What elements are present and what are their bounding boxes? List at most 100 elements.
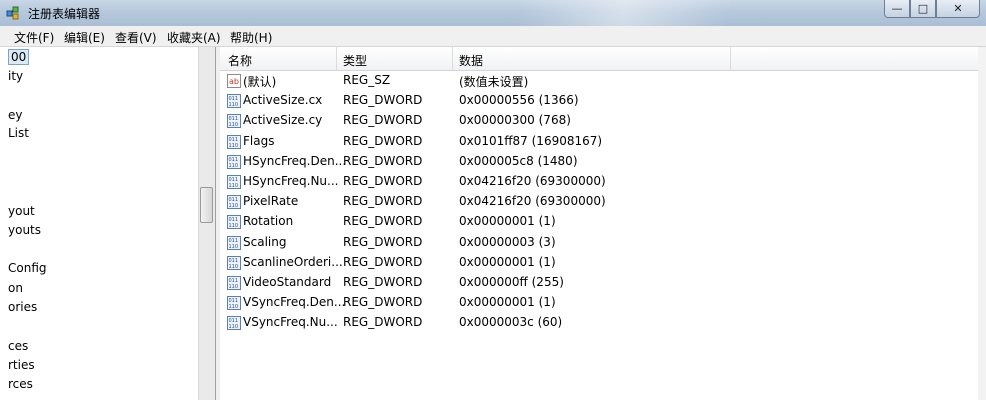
value-row[interactable]: 011 110 VSyncFreq.Nu... REG_DWORD 0x0000003c…	[220, 313, 986, 332]
value-data: 0x00000556 (1366)	[459, 93, 579, 107]
value-row[interactable]: 011 110 HSyncFreq.Nu... REG_DWORD 0x04216f20…	[220, 172, 986, 191]
value-data: 0x0000003c (60)	[459, 315, 563, 329]
value-data: 0x04216f20 (69300000)	[459, 174, 606, 188]
tree-vertical-scrollbar[interactable]	[198, 47, 215, 400]
tree-item[interactable]: on	[8, 281, 23, 295]
close-button[interactable]: ✕	[936, 0, 980, 18]
value-row[interactable]: 011 110 PixelRate REG_DWORD 0x04216f20 (6930…	[220, 192, 986, 211]
tree-scrollbar-thumb[interactable]	[200, 187, 213, 223]
minimize-button[interactable]: —	[884, 0, 910, 18]
binary-value-icon: 011110	[227, 135, 241, 149]
tree-item[interactable]: Config	[8, 261, 47, 275]
tree-item[interactable]: ey	[8, 108, 22, 122]
maximize-icon: □	[917, 2, 929, 15]
menu-view[interactable]: 查看(V)	[115, 29, 157, 46]
tree-item[interactable]: ity	[8, 69, 23, 83]
column-header-data[interactable]: 数据	[459, 52, 483, 69]
value-row[interactable]: 011 110 VSyncFreq.Den... REG_DWORD 0x0000000…	[220, 293, 986, 312]
svg-text:110: 110	[229, 223, 239, 229]
value-row[interactable]: 011 110 ActiveSize.cy REG_DWORD 0x00000300 (…	[220, 111, 986, 130]
value-name: ActiveSize.cy	[243, 113, 323, 127]
tree-item[interactable]: ces	[8, 339, 28, 353]
value-type: REG_DWORD	[343, 214, 423, 228]
value-name: (默认)	[243, 75, 277, 89]
tree-item[interactable]: rces	[8, 377, 33, 391]
value-row[interactable]: 011 110 HSyncFreq.Den... REG_DWORD 0x000005c…	[220, 152, 986, 171]
value-type: REG_DWORD	[343, 154, 423, 168]
key-tree-pane[interactable]: 00 ity ey List yout youts Config on orie…	[0, 47, 216, 400]
svg-text:110: 110	[229, 244, 239, 250]
value-data: 0x0101ff87 (16908167)	[459, 134, 603, 148]
value-name: Rotation	[243, 214, 294, 228]
window-controls: — □ ✕	[884, 0, 980, 20]
value-data: 0x00000001 (1)	[459, 295, 556, 309]
binary-value-icon: 011110	[227, 316, 241, 330]
binary-value-icon: 011110	[227, 155, 241, 169]
value-name: HSyncFreq.Den...	[243, 154, 347, 168]
svg-text:110: 110	[229, 304, 239, 310]
tree-item[interactable]: yout	[8, 204, 35, 218]
tree-item[interactable]: rties	[8, 358, 35, 372]
value-data: 0x000005c8 (1480)	[459, 154, 578, 168]
close-icon: ✕	[953, 2, 963, 15]
binary-value-icon: 011110	[227, 256, 241, 270]
binary-value-icon: 011110	[227, 114, 241, 128]
maximize-button[interactable]: □	[910, 0, 936, 18]
value-type: REG_DWORD	[343, 255, 423, 269]
value-data: 0x00000003 (3)	[459, 235, 556, 249]
value-name: VideoStandard	[243, 275, 332, 289]
menu-help[interactable]: 帮助(H)	[230, 29, 272, 46]
value-type: REG_SZ	[343, 73, 391, 87]
binary-value-icon: 011110	[227, 236, 241, 250]
column-header-name[interactable]: 名称	[228, 52, 252, 69]
value-type: REG_DWORD	[343, 315, 423, 329]
column-divider[interactable]	[452, 47, 453, 70]
binary-value-icon: 011110	[227, 276, 241, 290]
value-data: 0x00000001 (1)	[459, 255, 556, 269]
value-name: Flags	[243, 134, 275, 148]
svg-text:110: 110	[229, 143, 239, 149]
column-divider[interactable]	[336, 47, 337, 70]
menu-edit[interactable]: 编辑(E)	[64, 29, 105, 46]
value-row[interactable]: 011 110 Rotation REG_DWORD 0x00000001 (1)	[220, 212, 986, 231]
column-divider[interactable]	[730, 47, 731, 70]
column-header-type[interactable]: 类型	[343, 52, 367, 69]
title-bar-highlight	[520, 0, 820, 26]
value-row[interactable]: 011 110 ScanlineOrderi... REG_DWORD 0x000000…	[220, 253, 986, 272]
value-data: (数值未设置)	[459, 75, 529, 89]
value-name: HSyncFreq.Nu...	[243, 174, 339, 188]
value-type: REG_DWORD	[343, 113, 423, 127]
minimize-icon: —	[891, 2, 903, 15]
value-name: ActiveSize.cx	[243, 93, 323, 107]
binary-value-icon: 011110	[227, 195, 241, 209]
value-type: REG_DWORD	[343, 235, 423, 249]
svg-text:110: 110	[229, 163, 239, 169]
menu-bar: 文件(F) 编辑(E) 查看(V) 收藏夹(A) 帮助(H)	[0, 26, 986, 47]
value-row[interactable]: 011 110 VideoStandard REG_DWORD 0x000000ff (…	[220, 273, 986, 292]
tree-item[interactable]: youts	[8, 223, 41, 237]
tree-item[interactable]: List	[8, 126, 29, 140]
menu-favorites[interactable]: 收藏夹(A)	[167, 29, 221, 46]
values-list-pane[interactable]: 名称 类型 数据 ab (默认) REG_SZ (数值未设置) 011 110 Active…	[220, 47, 986, 400]
value-name: VSyncFreq.Nu...	[243, 315, 338, 329]
binary-value-icon: 011110	[227, 215, 241, 229]
value-name: PixelRate	[243, 194, 299, 208]
menu-file[interactable]: 文件(F)	[14, 29, 54, 46]
value-row[interactable]: 011 110 Scaling REG_DWORD 0x00000003 (3)	[220, 233, 986, 252]
value-row[interactable]: ab (默认) REG_SZ (数值未设置)	[220, 71, 986, 90]
svg-text:110: 110	[229, 102, 239, 108]
title-bar[interactable]: 注册表编辑器 — □ ✕	[0, 0, 986, 26]
value-name: VSyncFreq.Den...	[243, 295, 346, 309]
tree-item-selected[interactable]: 00	[8, 49, 30, 65]
value-data: 0x00000300 (768)	[459, 113, 571, 127]
value-row[interactable]: 011 110 ActiveSize.cx REG_DWORD 0x00000556 (…	[220, 91, 986, 110]
svg-text:110: 110	[229, 183, 239, 189]
value-row[interactable]: 011 110 Flags REG_DWORD 0x0101ff87 (16908167…	[220, 132, 986, 151]
tree-item[interactable]: ories	[8, 300, 37, 314]
list-right-edge	[978, 47, 986, 400]
value-type: REG_DWORD	[343, 174, 423, 188]
value-type: REG_DWORD	[343, 134, 423, 148]
svg-text:110: 110	[229, 203, 239, 209]
svg-text:110: 110	[229, 284, 239, 290]
value-name: Scaling	[243, 235, 287, 249]
